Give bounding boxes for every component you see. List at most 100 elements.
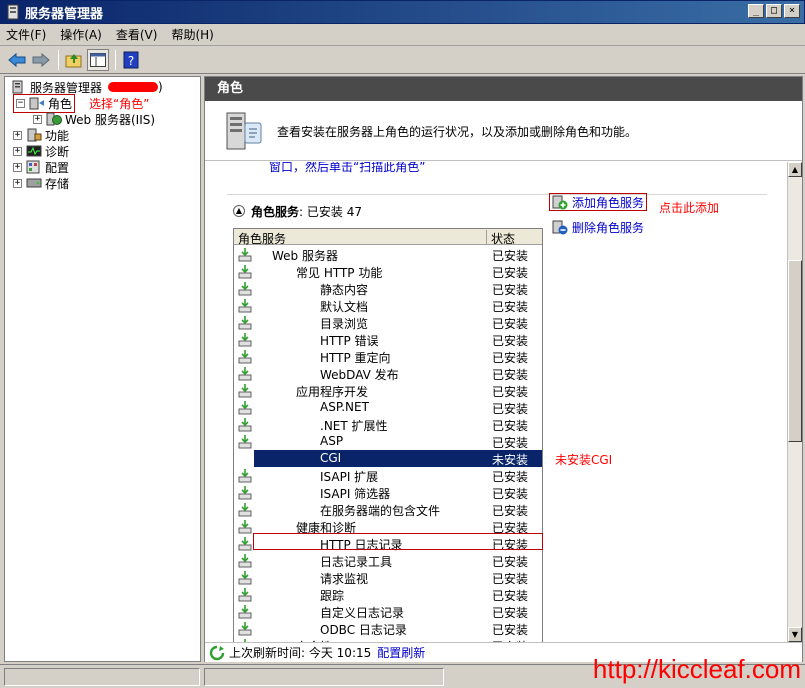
tree-label-diagnostics: 诊断 <box>45 144 70 159</box>
tree-item-web-server[interactable]: + Web 服务器(IIS) <box>33 111 155 127</box>
service-status: 已安装 <box>492 470 529 484</box>
storage-icon <box>26 178 42 188</box>
cgi-highlight-outline <box>253 533 543 550</box>
installed-status-icon <box>238 248 252 262</box>
list-item[interactable]: ODBC 日志记录 已安装 <box>234 620 542 637</box>
list-item[interactable]: 目录浏览 已安装 <box>234 314 542 331</box>
help-button[interactable]: ? <box>120 49 142 71</box>
list-item[interactable]: ASP 已安装 <box>234 433 542 450</box>
service-name: 目录浏览 <box>320 317 369 331</box>
service-name: 日志记录工具 <box>320 555 393 569</box>
service-status: 已安装 <box>492 504 529 518</box>
installed-status-icon <box>238 350 252 364</box>
list-item[interactable]: WebDAV 发布 已安装 <box>234 365 542 382</box>
service-status: 已安装 <box>492 555 529 569</box>
column-header-service[interactable]: 角色服务 <box>238 230 286 247</box>
roles-content: 窗口，然后单击“扫描此角色” ▲ 角色服务 : 已安装 47 添加角色服务 删除角… <box>205 162 787 642</box>
list-item[interactable]: HTTP 错误 已安装 <box>234 331 542 348</box>
service-name: WebDAV 发布 <box>320 368 399 382</box>
list-item[interactable]: 自定义日志记录 已安装 <box>234 603 542 620</box>
service-name: HTTP 重定向 <box>320 351 391 365</box>
service-status: 未安装 <box>492 453 529 467</box>
back-button[interactable] <box>6 49 28 71</box>
add-annotation: 点击此添加 <box>659 201 720 215</box>
list-item[interactable]: Web 服务器 已安装 <box>234 246 542 263</box>
scroll-down-icon[interactable]: ▼ <box>788 627 802 642</box>
service-status: 已安装 <box>492 419 529 433</box>
scroll-thumb[interactable] <box>788 260 802 442</box>
service-name: ISAPI 扩展 <box>320 470 379 484</box>
menu-view[interactable]: 查看(V) <box>116 26 158 43</box>
toolbar: ? <box>0 46 805 74</box>
service-name: 应用程序开发 <box>296 385 369 399</box>
service-name: CGI <box>320 451 342 465</box>
list-item[interactable]: 在服务器端的包含文件 已安装 <box>234 501 542 518</box>
service-name: 跟踪 <box>320 589 345 603</box>
up-folder-button[interactable] <box>63 49 85 71</box>
expand-icon[interactable]: + <box>13 130 22 140</box>
list-item[interactable]: CGI 未安装 <box>254 450 542 467</box>
list-item[interactable]: 请求监视 已安装 <box>234 569 542 586</box>
service-status: 已安装 <box>492 402 529 416</box>
add-role-services-link[interactable]: 添加角色服务 <box>549 193 648 211</box>
vertical-scrollbar[interactable]: ▲ ▼ <box>787 162 802 642</box>
pane-description: 查看安装在服务器上角色的运行状况，以及添加或删除角色和功能。 <box>205 101 802 161</box>
list-item[interactable]: 默认文档 已安装 <box>234 297 542 314</box>
expand-icon[interactable]: + <box>13 162 22 172</box>
show-hide-tree-button[interactable] <box>87 48 109 71</box>
configure-refresh-link[interactable]: 配置刷新 <box>377 644 425 661</box>
status-cell <box>4 668 200 686</box>
list-item[interactable]: ASP.NET 已安装 <box>234 399 542 416</box>
tree-label-configuration: 配置 <box>45 160 70 175</box>
column-header-status[interactable]: 状态 <box>486 230 515 246</box>
service-name: Web 服务器 <box>272 249 338 263</box>
expand-icon[interactable]: + <box>33 114 42 124</box>
list-item[interactable]: 应用程序开发 已安装 <box>234 382 542 399</box>
forward-button[interactable] <box>30 49 52 71</box>
installed-status-icon <box>238 486 252 500</box>
list-item[interactable]: HTTP 重定向 已安装 <box>234 348 542 365</box>
tree-item-features[interactable]: + 功能 <box>13 127 69 143</box>
expand-icon[interactable]: + <box>13 178 22 188</box>
list-item[interactable]: ISAPI 扩展 已安装 <box>234 467 542 484</box>
service-name: 常见 HTTP 功能 <box>296 266 383 280</box>
tree-item-configuration[interactable]: + 配置 <box>13 159 69 175</box>
list-item[interactable]: .NET 扩展性 已安装 <box>234 416 542 433</box>
service-name: ODBC 日志记录 <box>320 623 407 637</box>
tree-item-storage[interactable]: + 存储 <box>13 175 69 191</box>
list-item[interactable]: 跟踪 已安装 <box>234 586 542 603</box>
service-name: ASP.NET <box>320 400 369 414</box>
collapse-section-icon[interactable]: ▲ <box>233 205 245 217</box>
installed-status-icon <box>238 418 252 432</box>
service-status: 已安装 <box>492 283 529 297</box>
list-item[interactable]: 日志记录工具 已安装 <box>234 552 542 569</box>
menu-help[interactable]: 帮助(H) <box>171 26 213 43</box>
list-header: 角色服务 状态 <box>234 229 542 247</box>
last-refresh-time: 上次刷新时间: 今天 10:15 <box>229 646 372 660</box>
menu-file[interactable]: 文件(F) <box>6 26 46 43</box>
list-item[interactable]: 常见 HTTP 功能 已安装 <box>234 263 542 280</box>
list-item[interactable]: 静态内容 已安装 <box>234 280 542 297</box>
scan-role-link[interactable]: 窗口，然后单击“扫描此角色” <box>269 162 425 175</box>
role-services-count: : 已安装 47 <box>299 205 362 219</box>
tree-item-diagnostics[interactable]: + 诊断 <box>13 143 69 159</box>
expand-icon[interactable]: + <box>13 146 22 156</box>
collapse-icon[interactable]: − <box>16 98 25 108</box>
back-arrow-icon <box>8 52 26 67</box>
remove-role-services-link[interactable]: 删除角色服务 <box>552 218 644 236</box>
installed-status-icon <box>238 401 252 415</box>
maximize-button[interactable]: □ <box>766 4 782 18</box>
close-button[interactable]: × <box>784 4 800 18</box>
minimize-button[interactable]: _ <box>748 4 764 18</box>
installed-status-icon <box>238 333 252 347</box>
service-status: 已安装 <box>492 606 529 620</box>
installed-status-icon <box>238 469 252 483</box>
service-name: 默认文档 <box>320 300 369 314</box>
scroll-up-icon[interactable]: ▲ <box>788 162 802 177</box>
service-status: 已安装 <box>492 317 529 331</box>
configuration-icon <box>26 160 40 174</box>
tree-root-suffix: ) <box>158 80 163 94</box>
tree-item-roles[interactable]: − 角色 选择“角色” <box>13 93 149 113</box>
menu-action[interactable]: 操作(A) <box>60 26 102 43</box>
list-item[interactable]: ISAPI 筛选器 已安装 <box>234 484 542 501</box>
